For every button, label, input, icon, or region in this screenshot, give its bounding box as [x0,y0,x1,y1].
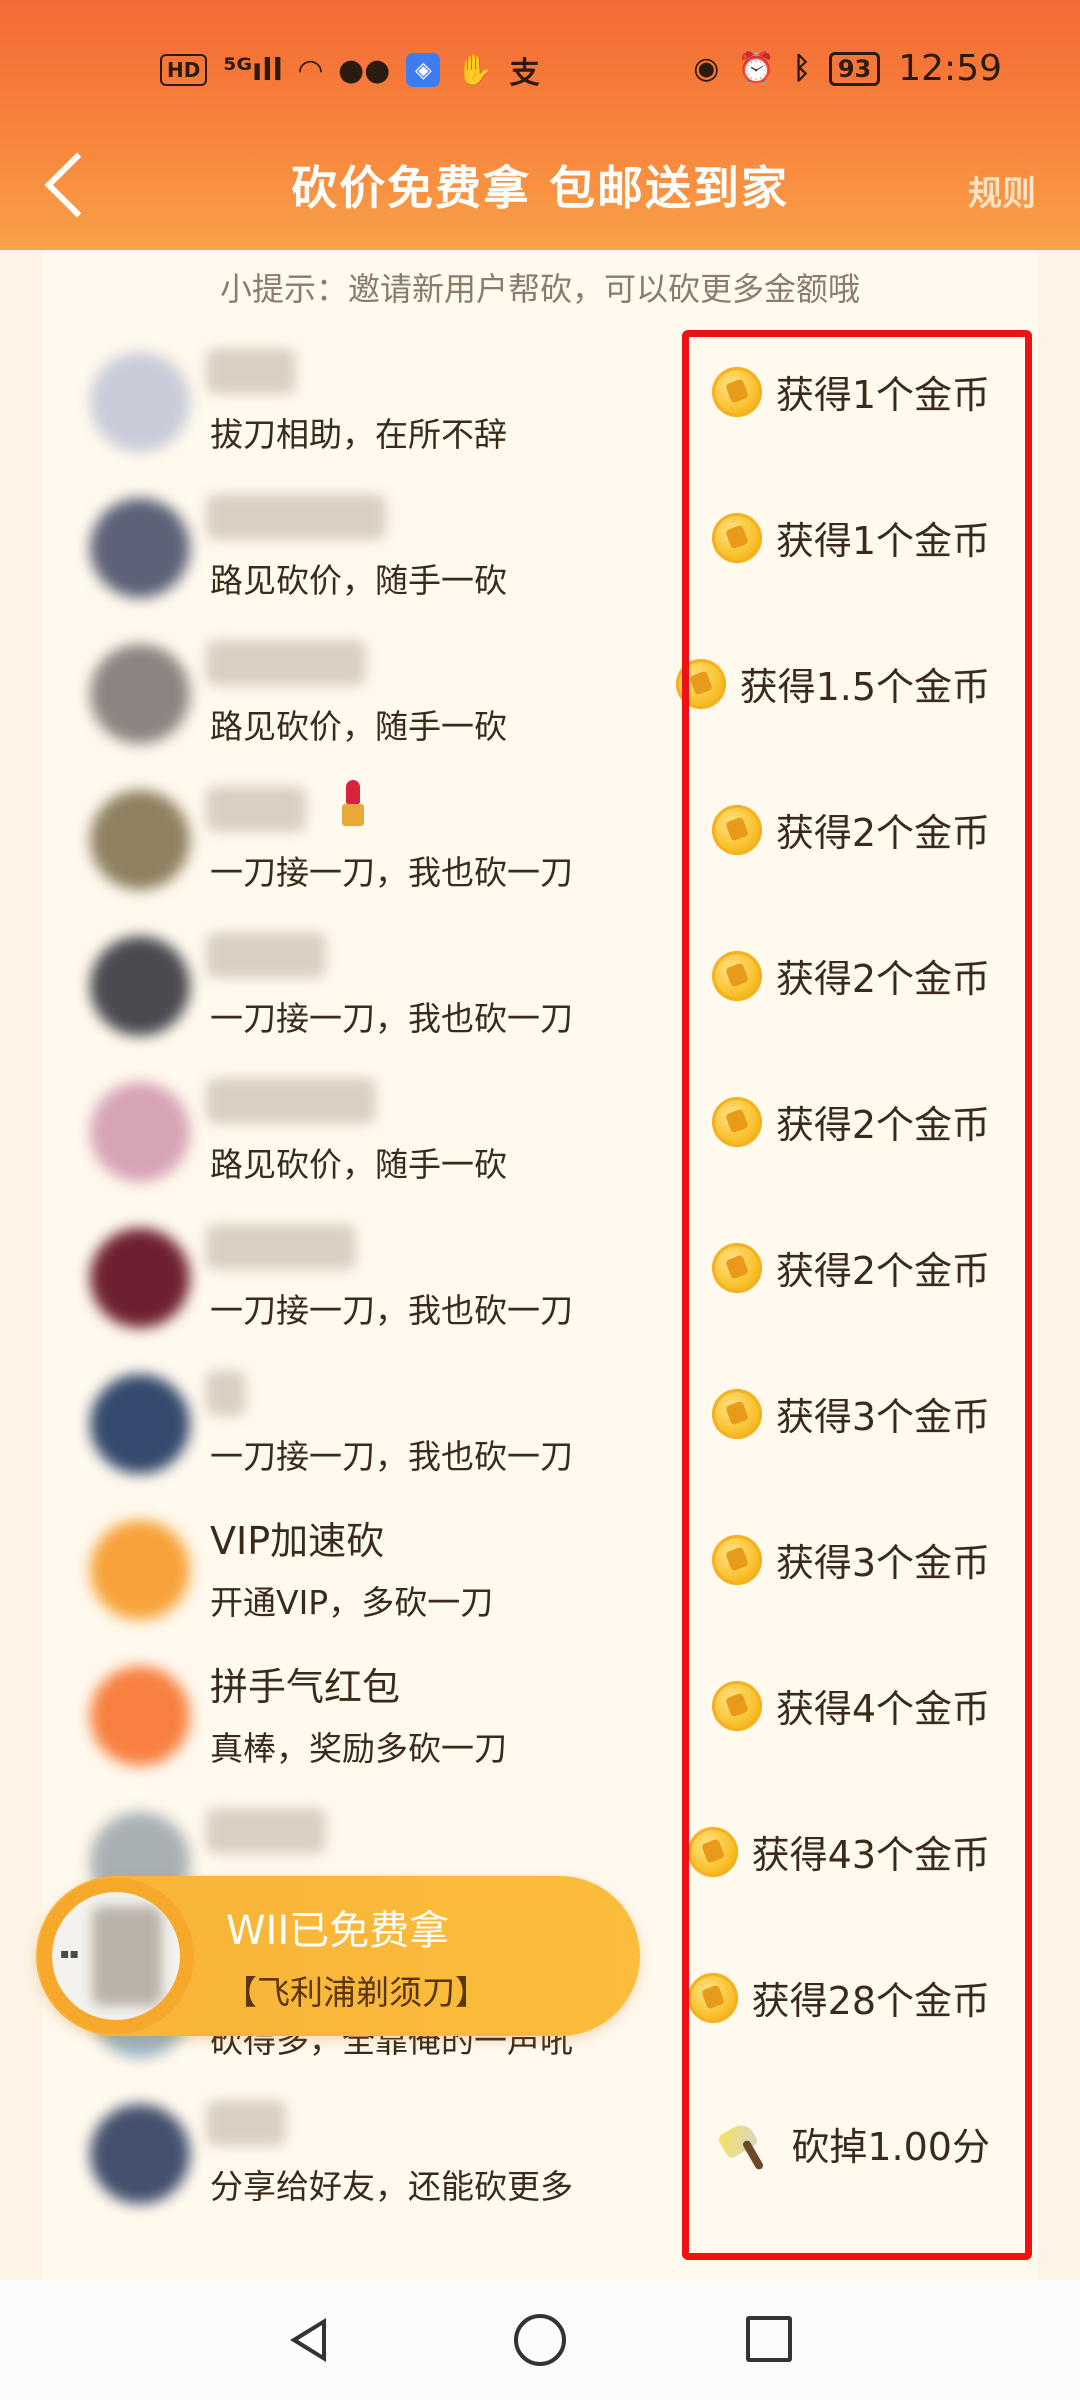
helper-name-blurred [206,494,386,540]
nav-back-icon[interactable] [284,2312,334,2368]
alipay-icon: 支 [509,56,540,91]
helper-avatar [90,936,190,1036]
nav-recent-apps-icon[interactable] [746,2316,792,2362]
helper-avatar [90,644,190,744]
helper-avatar [90,1228,190,1328]
helper-avatar [90,1520,190,1620]
helper-subtitle: 拔刀相助，在所不辞 [210,415,507,454]
helper-name-blurred [206,1078,376,1124]
page-title: 砍价免费拿 包邮送到家 [290,161,789,215]
status-right-icons: ◉ ⏰ ᛒ 93 12:59 [693,48,1002,89]
hd-icon: HD [160,54,208,86]
helper-name: VIP加速砍 [210,1519,385,1563]
helper-avatar [90,1374,190,1474]
tip-text: 小提示：邀请新用户帮砍，可以砍更多金额哦 [219,270,860,308]
helper-name-blurred [206,1370,246,1416]
system-nav-bar [0,2280,1080,2400]
title-bar: 砍价免费拿 包邮送到家 规则 [0,140,1080,230]
status-left-icons: HD ⁵ᴳıll ◠ ●● ◈ ✋ 支 [160,48,540,92]
app-notification-icon: ◈ [406,53,441,87]
helper-name-blurred [206,1224,356,1270]
wifi-icon: ◠ [298,52,322,88]
helper-subtitle: 一刀接一刀，我也砍一刀 [210,999,573,1038]
clock: 12:59 [898,48,1002,89]
helper-avatar [90,1082,190,1182]
helper-avatar [90,352,190,452]
helper-name-blurred [206,1808,326,1854]
helper-subtitle: 真棒，奖励多砍一刀 [210,1729,507,1768]
rules-link[interactable]: 规则 [968,166,1036,215]
helper-avatar [90,2104,190,2204]
status-bar: HD ⁵ᴳıll ◠ ●● ◈ ✋ 支 ◉ ⏰ ᛒ 93 12:59 [0,0,1080,140]
helper-subtitle: 路见砍价，随手一砍 [210,707,507,746]
bluetooth-icon: ᛒ [792,51,811,86]
helper-name-blurred [206,786,306,832]
helper-name-blurred [206,2100,286,2146]
reward-highlight-box [682,330,1032,2260]
helper-name-blurred [206,640,366,686]
wechat-icon: ●● [337,52,391,88]
alarm-icon: ⏰ [737,51,775,86]
helper-avatar [90,1666,190,1766]
lipstick-icon [342,780,364,826]
toast-product: 【飞利浦剃须刀】 [224,1973,488,2012]
helper-subtitle: 路见砍价，随手一砍 [210,561,507,600]
eye-icon: ◉ [693,51,720,86]
helper-subtitle: 分享给好友，还能砍更多 [210,2167,573,2206]
battery-icon: 93 [828,51,881,86]
helper-name-blurred [206,932,326,978]
nav-home-icon[interactable] [514,2314,566,2366]
helper-subtitle: 路见砍价，随手一砍 [210,1145,507,1184]
hand-icon: ✋ [456,52,494,88]
toast-avatar: ▪▪ [52,1892,180,2020]
helper-subtitle: 一刀接一刀，我也砍一刀 [210,1291,573,1330]
helper-subtitle: 一刀接一刀，我也砍一刀 [210,1437,573,1476]
helper-name: 拼手气红包 [210,1665,401,1709]
free-claim-toast[interactable]: ▪▪ WII已免费拿 【飞利浦剃须刀】 [36,1876,640,2036]
helper-avatar [90,790,190,890]
toast-avatar-label: ▪▪ [60,1946,79,1962]
helper-subtitle: 一刀接一刀，我也砍一刀 [210,853,573,892]
helper-name-blurred [206,348,296,394]
toast-avatar-ring: ▪▪ [38,1878,194,2034]
toast-title: WII已免费拿 [226,1908,450,1954]
helper-subtitle: 开通VIP，多砍一刀 [210,1583,494,1622]
signal-5g-icon: ⁵ᴳıll [223,52,283,88]
helper-avatar [90,498,190,598]
